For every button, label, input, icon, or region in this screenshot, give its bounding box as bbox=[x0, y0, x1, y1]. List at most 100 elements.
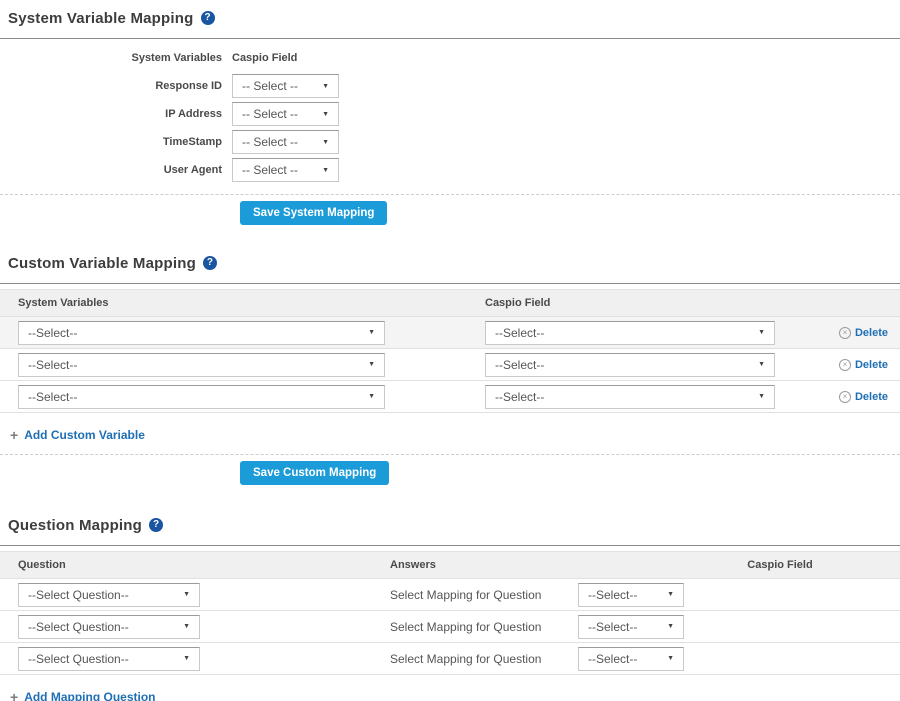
delete-row-link-1[interactable]: × Delete bbox=[782, 327, 900, 339]
chevron-down-icon: ▼ bbox=[183, 623, 190, 630]
custom-system-variable-select-3[interactable]: --Select-- ▼ bbox=[18, 385, 385, 409]
answer-mapping-label: Select Mapping for Question bbox=[390, 620, 578, 634]
save-button-row: Save System Mapping bbox=[0, 195, 900, 225]
section-header: System Variable Mapping ? bbox=[0, 9, 900, 27]
row-label: Response ID bbox=[0, 80, 232, 92]
delete-row-link-2[interactable]: × Delete bbox=[782, 359, 900, 371]
custom-variable-mapping-section: Custom Variable Mapping ? System Variabl… bbox=[0, 254, 900, 485]
select-value: --Select-- bbox=[28, 390, 77, 404]
delete-label: Delete bbox=[855, 359, 888, 371]
table-row: --Select Question-- ▼ Select Mapping for… bbox=[0, 610, 900, 642]
custom-system-variable-select-1[interactable]: --Select-- ▼ bbox=[18, 321, 385, 345]
save-custom-mapping-button[interactable]: Save Custom Mapping bbox=[240, 461, 389, 485]
section-header: Question Mapping ? bbox=[0, 516, 900, 534]
title-divider bbox=[0, 545, 900, 546]
select-value: --Select-- bbox=[588, 620, 637, 634]
chevron-down-icon: ▼ bbox=[183, 655, 190, 662]
title-divider bbox=[0, 283, 900, 284]
row-label: User Agent bbox=[0, 164, 232, 176]
custom-caspio-field-select-2[interactable]: --Select-- ▼ bbox=[485, 353, 775, 377]
chevron-down-icon: ▼ bbox=[758, 393, 765, 400]
column-header-caspio-field: Caspio Field bbox=[467, 297, 782, 309]
select-value: --Select-- bbox=[588, 588, 637, 602]
section-title: Custom Variable Mapping bbox=[8, 255, 196, 272]
system-variable-mapping-section: System Variable Mapping ? System Variabl… bbox=[0, 9, 900, 225]
plus-icon: + bbox=[10, 428, 18, 442]
answer-mapping-label: Select Mapping for Question bbox=[390, 588, 578, 602]
chevron-down-icon: ▼ bbox=[322, 139, 329, 146]
custom-caspio-field-select-1[interactable]: --Select-- ▼ bbox=[485, 321, 775, 345]
custom-system-variable-select-2[interactable]: --Select-- ▼ bbox=[18, 353, 385, 377]
chevron-down-icon: ▼ bbox=[183, 591, 190, 598]
ip-address-select[interactable]: -- Select -- ▼ bbox=[232, 102, 339, 126]
table-row: --Select-- ▼ --Select-- ▼ × Delete bbox=[0, 316, 900, 348]
help-icon[interactable]: ? bbox=[203, 256, 217, 270]
row-label: TimeStamp bbox=[0, 136, 232, 148]
question-select-1[interactable]: --Select Question-- ▼ bbox=[18, 583, 200, 607]
response-id-select[interactable]: -- Select -- ▼ bbox=[232, 74, 339, 98]
row-label: IP Address bbox=[0, 108, 232, 120]
delete-row-link-3[interactable]: × Delete bbox=[782, 391, 900, 403]
system-row-ip-address: IP Address -- Select -- ▼ bbox=[0, 102, 900, 126]
section-header: Custom Variable Mapping ? bbox=[0, 254, 900, 272]
chevron-down-icon: ▼ bbox=[322, 167, 329, 174]
chevron-down-icon: ▼ bbox=[368, 393, 375, 400]
table-row: --Select-- ▼ --Select-- ▼ × Delete bbox=[0, 380, 900, 412]
section-title: Question Mapping bbox=[8, 517, 142, 534]
add-mapping-question-link[interactable]: + Add Mapping Question bbox=[10, 690, 156, 701]
select-value: -- Select -- bbox=[242, 79, 298, 93]
table-row: --Select Question-- ▼ Select Mapping for… bbox=[0, 578, 900, 610]
question-mapping-section: Question Mapping ? Question Answers Casp… bbox=[0, 516, 900, 701]
column-header-caspio-field: Caspio Field bbox=[700, 559, 900, 571]
user-agent-select[interactable]: -- Select -- ▼ bbox=[232, 158, 339, 182]
table-header-row: Question Answers Caspio Field bbox=[0, 551, 900, 578]
select-value: --Select Question-- bbox=[28, 588, 129, 602]
custom-mapping-table: System Variables Caspio Field --Select--… bbox=[0, 289, 900, 413]
system-column-headers: System Variables Caspio Field bbox=[0, 52, 900, 64]
answer-caspio-select-3[interactable]: --Select-- ▼ bbox=[578, 647, 684, 671]
delete-circle-icon: × bbox=[839, 359, 851, 371]
chevron-down-icon: ▼ bbox=[758, 329, 765, 336]
column-header-question: Question bbox=[0, 559, 372, 571]
select-value: --Select-- bbox=[495, 358, 544, 372]
help-icon[interactable]: ? bbox=[201, 11, 215, 25]
select-value: --Select-- bbox=[495, 390, 544, 404]
plus-icon: + bbox=[10, 690, 18, 701]
select-value: --Select Question-- bbox=[28, 652, 129, 666]
select-value: --Select-- bbox=[28, 326, 77, 340]
chevron-down-icon: ▼ bbox=[667, 591, 674, 598]
chevron-down-icon: ▼ bbox=[368, 361, 375, 368]
column-header-answers: Answers bbox=[372, 559, 700, 571]
answer-caspio-select-2[interactable]: --Select-- ▼ bbox=[578, 615, 684, 639]
help-icon[interactable]: ? bbox=[149, 518, 163, 532]
question-select-3[interactable]: --Select Question-- ▼ bbox=[18, 647, 200, 671]
select-value: --Select-- bbox=[495, 326, 544, 340]
delete-circle-icon: × bbox=[839, 391, 851, 403]
answer-caspio-select-1[interactable]: --Select-- ▼ bbox=[578, 583, 684, 607]
page-title: System Variable Mapping bbox=[8, 10, 194, 27]
save-button-row: Save Custom Mapping bbox=[0, 455, 900, 485]
save-system-mapping-button[interactable]: Save System Mapping bbox=[240, 201, 387, 225]
select-value: -- Select -- bbox=[242, 135, 298, 149]
question-select-2[interactable]: --Select Question-- ▼ bbox=[18, 615, 200, 639]
chevron-down-icon: ▼ bbox=[322, 111, 329, 118]
add-link-label: Add Custom Variable bbox=[24, 428, 145, 442]
column-header-caspio-field: Caspio Field bbox=[232, 52, 297, 64]
select-value: -- Select -- bbox=[242, 163, 298, 177]
system-row-response-id: Response ID -- Select -- ▼ bbox=[0, 74, 900, 98]
chevron-down-icon: ▼ bbox=[368, 329, 375, 336]
timestamp-select[interactable]: -- Select -- ▼ bbox=[232, 130, 339, 154]
delete-circle-icon: × bbox=[839, 327, 851, 339]
add-custom-variable-link[interactable]: + Add Custom Variable bbox=[10, 428, 145, 442]
custom-caspio-field-select-3[interactable]: --Select-- ▼ bbox=[485, 385, 775, 409]
select-value: --Select Question-- bbox=[28, 620, 129, 634]
table-row: --Select-- ▼ --Select-- ▼ × Delete bbox=[0, 348, 900, 380]
column-header-system-variables: System Variables bbox=[0, 297, 467, 309]
system-row-timestamp: TimeStamp -- Select -- ▼ bbox=[0, 130, 900, 154]
table-row: --Select Question-- ▼ Select Mapping for… bbox=[0, 642, 900, 674]
table-header-row: System Variables Caspio Field bbox=[0, 289, 900, 316]
system-mapping-form: System Variables Caspio Field Response I… bbox=[0, 52, 900, 182]
delete-label: Delete bbox=[855, 391, 888, 403]
title-divider bbox=[0, 38, 900, 39]
delete-label: Delete bbox=[855, 327, 888, 339]
